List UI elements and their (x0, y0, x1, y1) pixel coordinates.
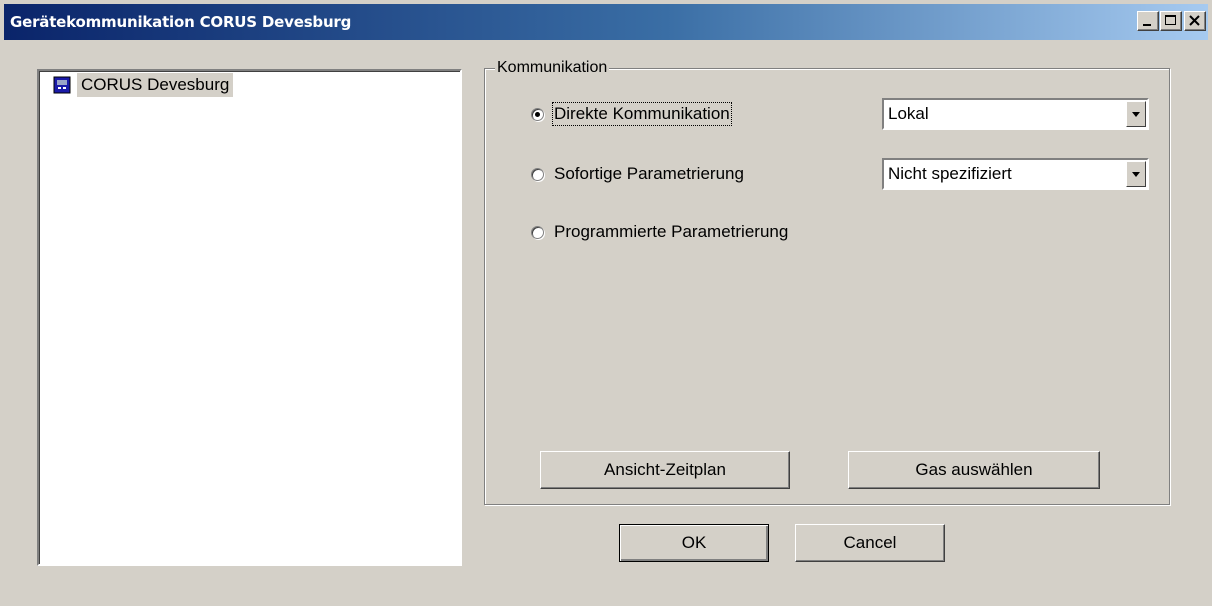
radio-button[interactable] (531, 225, 544, 239)
location-select[interactable]: Lokal (882, 98, 1149, 130)
select-value: Lokal (888, 104, 929, 123)
chevron-down-icon (1132, 112, 1140, 117)
minimize-icon (1143, 24, 1151, 26)
radio-label: Programmierte Parametrierung (554, 222, 789, 241)
title-bar[interactable]: Gerätekommunikation CORUS Devesburg (4, 4, 1208, 40)
device-tree[interactable]: CORUS Devesburg (37, 69, 462, 566)
dropdown-button[interactable] (1126, 101, 1146, 127)
radio-label: Sofortige Parametrierung (554, 164, 744, 183)
groupbox-label: Kommunikation (495, 59, 610, 77)
radio-button[interactable] (531, 167, 544, 181)
dropdown-button[interactable] (1126, 161, 1146, 187)
maximize-icon (1165, 15, 1176, 25)
radio-button[interactable] (531, 107, 544, 121)
ok-button[interactable]: OK (619, 524, 769, 562)
communication-groupbox (484, 68, 1170, 505)
specification-select[interactable]: Nicht spezifiziert (882, 158, 1149, 190)
dialog-window: Gerätekommunikation CORUS Devesburg CORU… (0, 0, 1212, 606)
tree-item-corus-devesburg[interactable]: CORUS Devesburg (53, 73, 234, 97)
radio-programmed-parametrization[interactable]: Programmierte Parametrierung (531, 222, 788, 242)
chevron-down-icon (1132, 172, 1140, 177)
select-value: Nicht spezifiziert (888, 164, 1012, 183)
view-schedule-button[interactable]: Ansicht-Zeitplan (540, 451, 790, 489)
close-icon (1189, 15, 1200, 26)
cancel-button[interactable]: Cancel (795, 524, 945, 562)
window-title: Gerätekommunikation CORUS Devesburg (10, 13, 352, 31)
minimize-button[interactable] (1137, 11, 1159, 31)
radio-label: Direkte Kommunikation (552, 102, 732, 126)
radio-direct-communication[interactable]: Direkte Kommunikation (531, 102, 732, 126)
select-gas-button[interactable]: Gas auswählen (848, 451, 1100, 489)
maximize-button[interactable] (1160, 11, 1182, 31)
close-button[interactable] (1184, 11, 1206, 31)
radio-immediate-parametrization[interactable]: Sofortige Parametrierung (531, 164, 744, 184)
tree-item-label: CORUS Devesburg (77, 73, 234, 97)
device-icon (53, 76, 71, 94)
